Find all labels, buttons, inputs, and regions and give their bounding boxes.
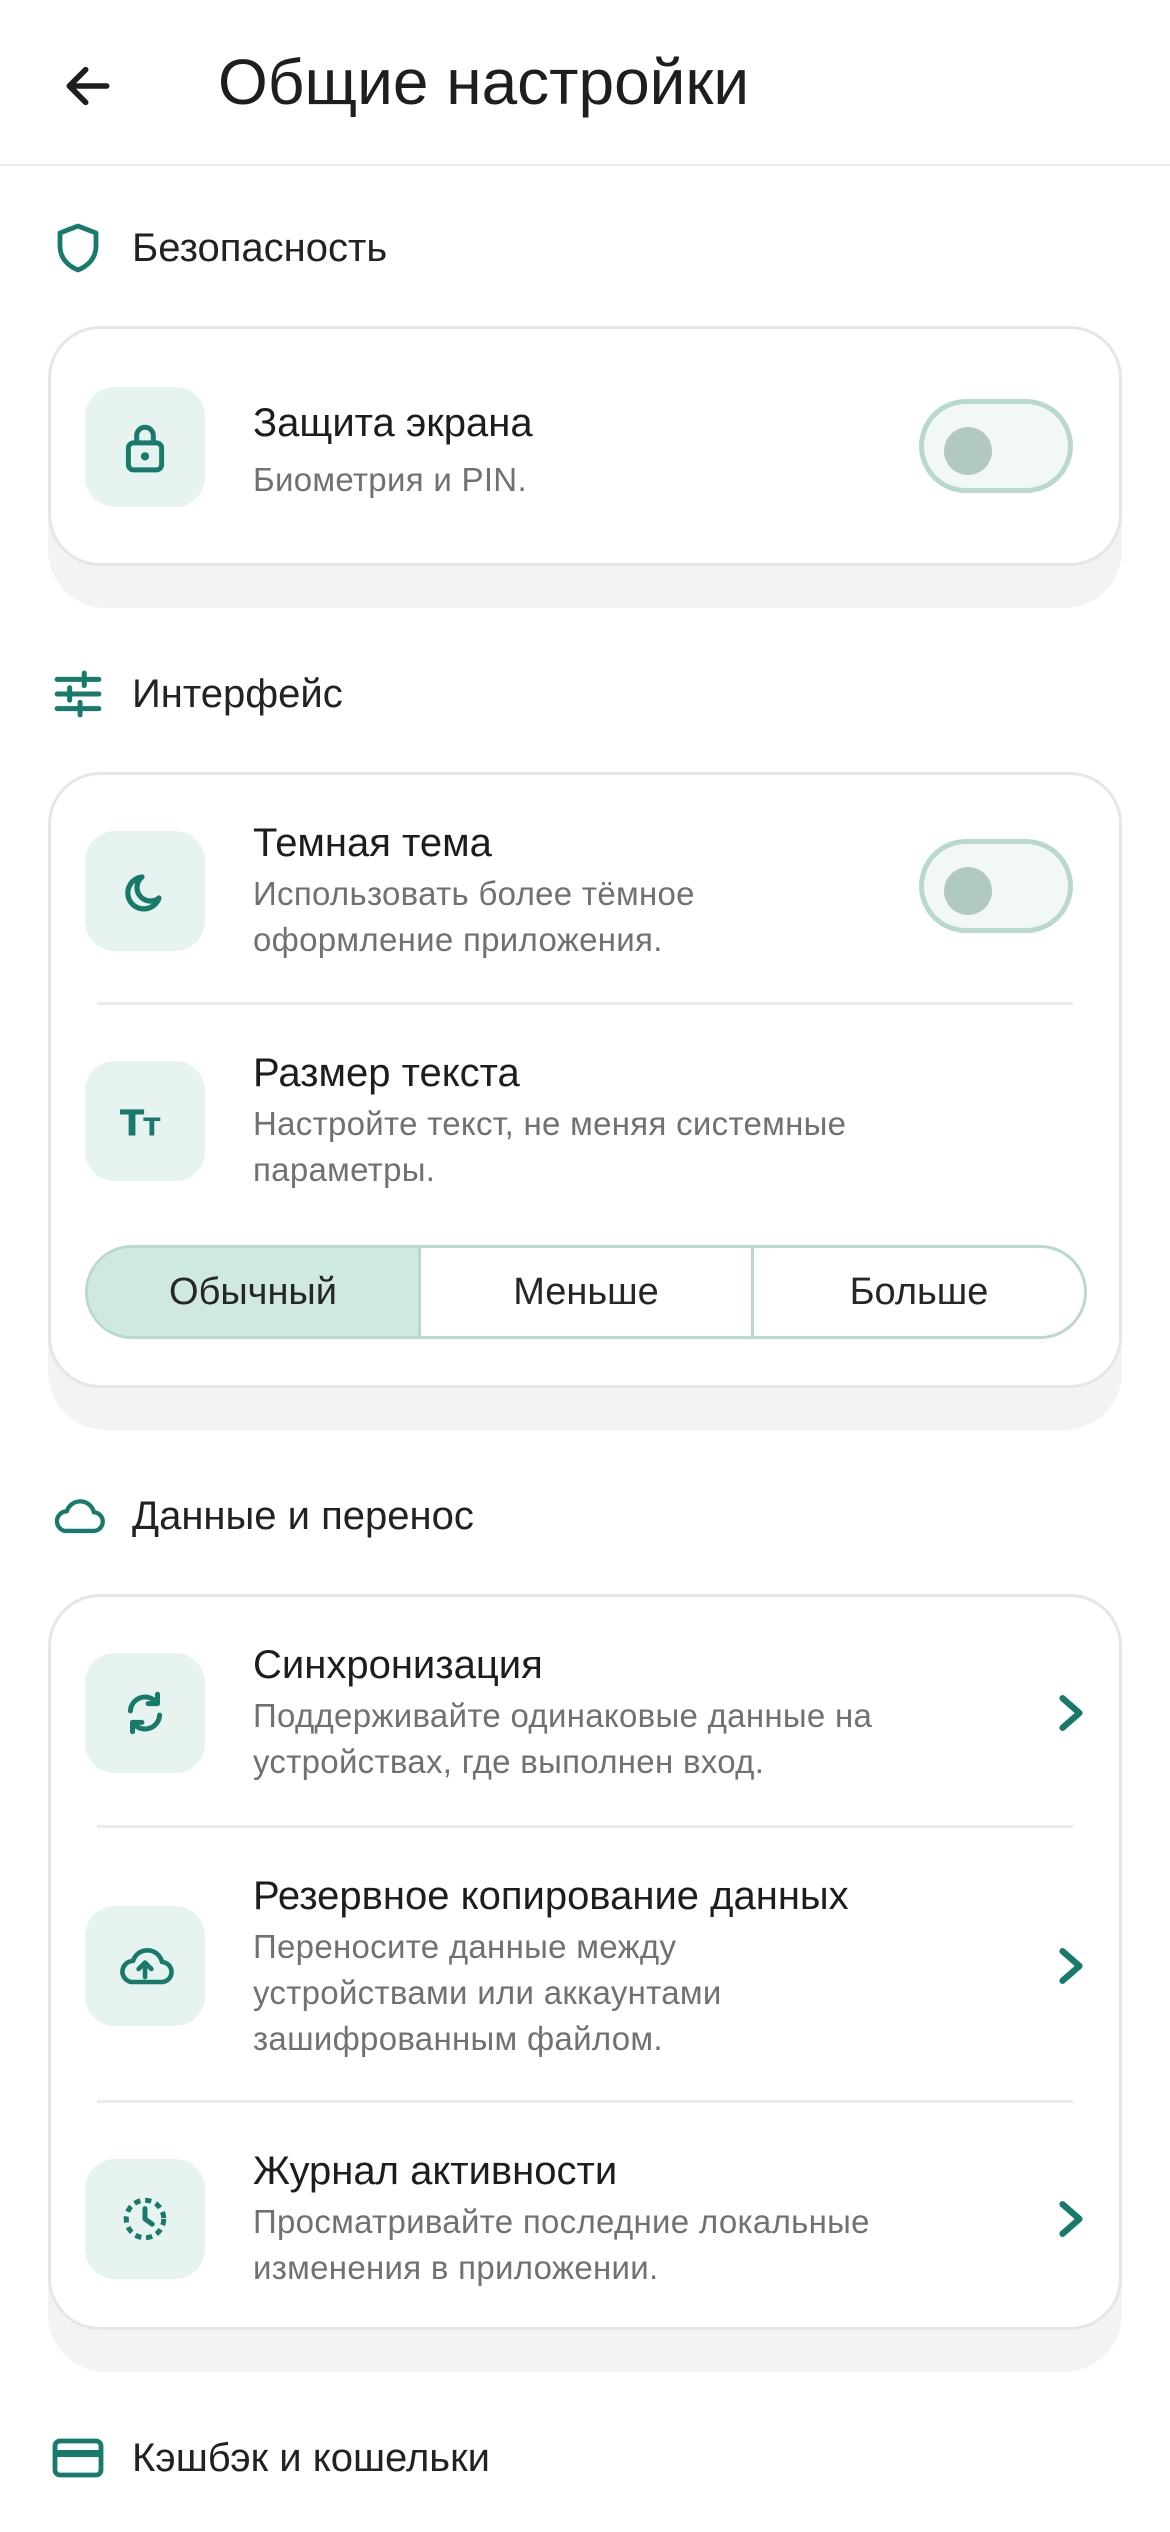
row-subtitle: Биометрия и PIN.: [253, 461, 527, 498]
data-card: Синхронизация Поддерживайте одинаковые д…: [48, 1594, 1122, 2330]
text-size-icon: T T: [85, 1061, 205, 1181]
text-size-option-smaller[interactable]: Меньше: [418, 1248, 751, 1336]
row-subtitle-line-2: изменения в приложении.: [253, 2249, 659, 2286]
sync-icon: [85, 1653, 205, 1773]
lock-icon: [85, 387, 205, 507]
row-subtitle-line-1: Переносите данные между: [253, 1928, 677, 1965]
cloud-upload-icon: [85, 1906, 205, 2026]
shield-icon: [50, 220, 106, 276]
dark-theme-toggle[interactable]: [919, 839, 1073, 933]
sync-row[interactable]: Синхронизация Поддерживайте одинаковые д…: [51, 1597, 1119, 1827]
row-subtitle-line-2: параметры.: [253, 1151, 436, 1188]
section-label: Интерфейс: [132, 671, 343, 716]
row-subtitle-line-1: Использовать более тёмное: [253, 875, 695, 912]
section-header-interface: Интерфейс: [50, 664, 343, 724]
security-card: Защита экрана Биометрия и PIN.: [48, 326, 1122, 566]
cloud-icon: [50, 1488, 106, 1544]
row-subtitle-line-1: Просматривайте последние локальные: [253, 2203, 870, 2240]
section-label: Безопасность: [132, 225, 388, 270]
row-subtitle-line-3: зашифрованным файлом.: [253, 2020, 663, 2057]
activity-log-row[interactable]: Журнал активности Просматривайте последн…: [51, 2103, 1119, 2333]
text-size-segmented-control: Обычный Меньше Больше: [85, 1245, 1087, 1339]
screen-protection-toggle[interactable]: [919, 399, 1073, 493]
row-title: Журнал активности: [253, 2149, 618, 2193]
text-size-option-normal[interactable]: Обычный: [88, 1248, 418, 1336]
section-header-security: Безопасность: [50, 218, 387, 278]
row-title: Синхронизация: [253, 1643, 543, 1687]
text-size-row: T T Размер текста Настройте текст, не ме…: [51, 1005, 1119, 1188]
chevron-right-icon: [1051, 1946, 1091, 1986]
row-title: Резервное копирование данных: [253, 1874, 849, 1918]
row-subtitle-line-2: оформление приложения.: [253, 921, 663, 958]
moon-icon: [85, 831, 205, 951]
text-size-option-larger[interactable]: Больше: [751, 1248, 1084, 1336]
svg-text:T: T: [120, 1103, 145, 1141]
row-title: Размер текста: [253, 1051, 520, 1095]
page-title: Общие настройки: [218, 46, 750, 118]
interface-card: Темная тема Использовать более тёмное оф…: [48, 772, 1122, 1388]
chevron-right-icon: [1051, 1693, 1091, 1733]
toggle-knob: [944, 427, 992, 475]
section-header-cashback: Кэшбэк и кошельки: [50, 2428, 490, 2488]
arrow-left-icon: [66, 66, 110, 106]
top-app-bar: Общие настройки: [0, 0, 1170, 166]
screen-protection-row[interactable]: Защита экрана Биометрия и PIN.: [51, 329, 1119, 569]
row-subtitle-line-2: устройствами или аккаунтами: [253, 1974, 722, 2011]
toggle-knob: [944, 867, 992, 915]
row-title: Защита экрана: [253, 401, 533, 445]
dark-theme-row[interactable]: Темная тема Использовать более тёмное оф…: [51, 775, 1119, 1005]
row-subtitle-line-2: устройствах, где выполнен вход.: [253, 1743, 765, 1780]
backup-row[interactable]: Резервное копирование данных Переносите …: [51, 1828, 1119, 2104]
section-header-data: Данные и перенос: [50, 1486, 474, 1546]
section-label: Кэшбэк и кошельки: [132, 2435, 490, 2480]
history-icon: [85, 2159, 205, 2279]
chevron-right-icon: [1051, 2199, 1091, 2239]
row-subtitle-line-1: Поддерживайте одинаковые данные на: [253, 1697, 873, 1734]
row-title: Темная тема: [253, 821, 492, 865]
section-label: Данные и перенос: [132, 1493, 474, 1538]
svg-text:T: T: [143, 1112, 161, 1141]
card-icon: [50, 2430, 106, 2486]
row-subtitle-line-1: Настройте текст, не меняя системные: [253, 1105, 847, 1142]
sliders-icon: [50, 666, 106, 722]
back-button[interactable]: [48, 46, 128, 126]
